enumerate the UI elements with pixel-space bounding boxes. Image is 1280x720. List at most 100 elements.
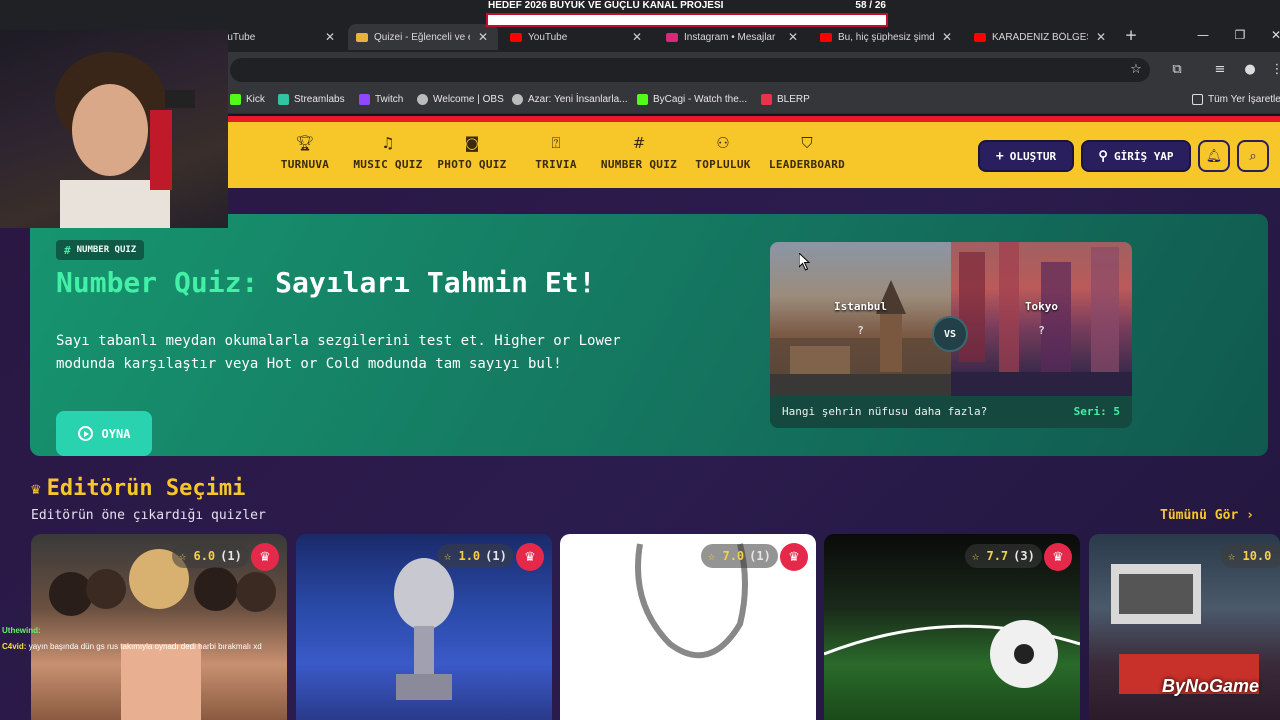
profile-icon[interactable]: ● (1241, 62, 1259, 77)
rating-badge: ☆ 7.7 (3) (965, 544, 1042, 568)
kick-icon (637, 94, 648, 105)
blerp-icon (761, 94, 772, 105)
nav-label: MUSIC QUIZ (353, 158, 423, 171)
bookmark-label: Streamlabs (294, 94, 345, 105)
youtube-icon (974, 32, 986, 42)
window-close-icon[interactable]: ✕ (1266, 28, 1280, 42)
nav-trivia[interactable]: ⍰ TRIVIA (532, 132, 580, 180)
istanbul-skyline (770, 280, 951, 396)
close-icon[interactable]: ✕ (1094, 30, 1108, 44)
search-button[interactable]: ⌕ (1237, 140, 1269, 172)
extensions-icon[interactable]: ⧉ (1168, 62, 1186, 77)
tab-label: Bu, hiç şüphesiz şimdiy (838, 31, 934, 43)
compare-preview-card[interactable]: Istanbul ? Tokyo ? VS Hangi şehrin nüfus… (770, 242, 1132, 428)
nav-leaderboard[interactable]: ⛉ LEADERBOARD (768, 132, 846, 180)
nav-label: TOPLULUK (695, 158, 751, 171)
media-icon[interactable]: ≡ (1211, 62, 1229, 77)
globe-icon (417, 94, 428, 105)
close-icon[interactable]: ✕ (786, 30, 800, 44)
rating-value: 6.0 (193, 549, 216, 563)
quiz-thumbnail (49, 549, 276, 720)
section-title-label: Editörün Seçimi (46, 476, 246, 501)
login-label: GİRİŞ YAP (1113, 149, 1174, 163)
site-favicon-icon (356, 32, 368, 42)
notifications-button[interactable]: 🔔︎ (1198, 140, 1230, 172)
tab-label: YouTube (528, 31, 568, 43)
tab-label: Instagram • Mesajlar (684, 31, 776, 43)
rating-badge: ☆ 7.0 (1) (701, 544, 778, 568)
bookmark-kick[interactable]: Kick (230, 94, 265, 105)
globe-icon (512, 94, 523, 105)
question-icon: ⍰ (551, 134, 561, 152)
quiz-thumbnail (394, 558, 454, 700)
star-icon: ☆ (179, 549, 187, 563)
play-label: OYNA (101, 426, 131, 441)
tokyo-image: Tokyo ? (951, 242, 1132, 396)
close-icon[interactable]: ✕ (476, 30, 490, 44)
nav-label: PHOTO QUIZ (437, 158, 507, 171)
nav-label: LEADERBOARD (768, 158, 846, 171)
tab-label: YouTube (216, 31, 256, 43)
nav-music-quiz[interactable]: ♫ MUSIC QUIZ (352, 132, 424, 180)
quiz-thumbnail (824, 620, 1080, 688)
users-icon: ⚇ (716, 134, 730, 152)
left-unknown-value: ? (857, 324, 864, 337)
bookmark-streamlabs[interactable]: Streamlabs (278, 94, 345, 105)
streak-counter: Seri: 5 (1073, 405, 1120, 418)
quiz-card[interactable]: ☆ 7.0 (1) ♛ (560, 534, 816, 720)
rating-badge: ☆ 1.0 (1) (437, 544, 514, 568)
hash-icon: # (632, 134, 646, 152)
create-button[interactable]: + OLUŞTUR (978, 140, 1074, 172)
chat-username: Uthewind: (2, 626, 41, 635)
close-icon[interactable]: ✕ (630, 30, 644, 44)
see-all-link[interactable]: Tümünü Gör › (1160, 508, 1254, 523)
nav-topluluk[interactable]: ⚇ TOPLULUK (694, 132, 752, 180)
quiz-card[interactable]: ☆ 1.0 (1) ♛ (296, 534, 552, 720)
instagram-icon (666, 32, 678, 42)
new-tab-plus-icon[interactable]: + (1121, 26, 1141, 44)
vs-badge: VS (932, 316, 968, 352)
login-button[interactable]: ⚲ GİRİŞ YAP (1081, 140, 1191, 172)
star-icon: ☆ (1228, 549, 1236, 563)
omnibox[interactable] (230, 58, 1150, 82)
bookmark-obs[interactable]: Welcome | OBS (417, 94, 504, 105)
bookmark-bycagi[interactable]: ByCagi - Watch the... (637, 94, 747, 105)
nav-turnuva[interactable]: 🏆︎ TURNUVA (278, 132, 332, 180)
nav-photo-quiz[interactable]: ◙ PHOTO QUIZ (436, 132, 508, 180)
hero-tag-label: NUMBER QUIZ (76, 245, 137, 255)
browser-tab-quizei[interactable]: Quizei - Eğlenceli ve eğ ✕ (348, 24, 498, 50)
close-icon[interactable]: ✕ (323, 30, 337, 44)
star-icon[interactable]: ☆ (1127, 62, 1145, 77)
hero-banner: # NUMBER QUIZ Number Quiz: Sayıları Tahmi… (30, 214, 1268, 456)
browser-tab-youtube-4[interactable]: KARADENİZ BÖLGESİ' ✕ (966, 24, 1116, 50)
bookmark-label: Welcome | OBS (433, 94, 504, 105)
bookmark-azar[interactable]: Azar: Yeni İnsanlarla... (512, 94, 628, 105)
twitch-icon (359, 94, 370, 105)
bookmark-twitch[interactable]: Twitch (359, 94, 403, 105)
goal-count: 58 / 26 (855, 0, 886, 11)
menu-icon[interactable]: ⋮ (1268, 62, 1280, 77)
nav-number-quiz[interactable]: # NUMBER QUIZ (600, 132, 678, 180)
trophy-icon: 🏆︎ (295, 134, 315, 152)
restore-icon[interactable]: ❐ (1230, 28, 1250, 42)
chat-username: C4vid: (2, 642, 27, 651)
youtube-icon (510, 32, 522, 42)
quiz-card[interactable]: ☆ 6.0 (1) ♛ (31, 534, 287, 720)
user-icon: ⚲ (1098, 148, 1108, 164)
bell-icon: 🔔︎ (1205, 148, 1223, 164)
plus-icon: + (995, 148, 1004, 164)
star-icon: ☆ (708, 549, 716, 563)
close-icon[interactable]: ✕ (940, 30, 954, 44)
rating-value: 1.0 (458, 549, 481, 563)
left-city-label: Istanbul (834, 300, 887, 313)
play-button[interactable]: OYNA (56, 411, 152, 456)
nav-label: TURNUVA (280, 158, 330, 171)
bookmark-blerp[interactable]: BLERP (761, 94, 810, 105)
all-bookmarks[interactable]: Tüm Yer İşaretle (1192, 94, 1280, 105)
quiz-card[interactable]: ☆ 7.7 (3) ♛ (824, 534, 1080, 720)
section-subtitle: Editörün öne çıkardığı quizler (31, 508, 266, 523)
minimize-icon[interactable]: — (1193, 28, 1213, 42)
youtube-icon (820, 32, 832, 42)
bookmark-label: Twitch (375, 94, 404, 105)
tab-label: KARADENİZ BÖLGESİ' (992, 31, 1088, 43)
